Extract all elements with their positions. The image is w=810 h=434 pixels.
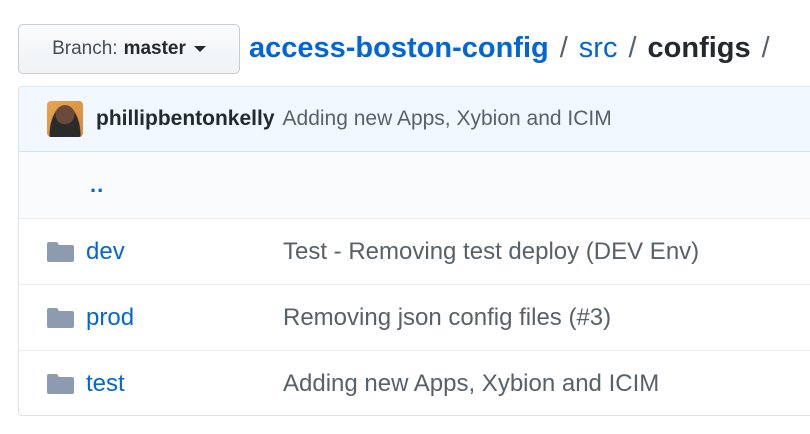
- breadcrumb-separator: /: [628, 31, 637, 64]
- list-item: dev Test - Removing test deploy (DEV Env…: [19, 218, 810, 284]
- folder-link-test[interactable]: test: [86, 370, 283, 398]
- list-item: prod Removing json config files (#3): [19, 284, 810, 350]
- breadcrumb-repo-link[interactable]: access-boston-config: [249, 32, 549, 65]
- commit-message-link[interactable]: Removing json config files (#3): [283, 304, 611, 332]
- commit-message-link[interactable]: Adding new Apps, Xybion and ICIM: [283, 370, 659, 398]
- caret-down-icon: [193, 46, 206, 52]
- folder-icon: [47, 307, 74, 328]
- commit-author-link[interactable]: phillipbentonkelly: [96, 107, 275, 131]
- breadcrumb-src-link[interactable]: src: [579, 32, 618, 65]
- commit-message-link[interactable]: Test - Removing test deploy (DEV Env): [283, 238, 699, 266]
- commit-message-link[interactable]: Adding new Apps, Xybion and ICIM: [283, 107, 612, 131]
- parent-directory-row: ..: [19, 152, 810, 218]
- folder-link-dev[interactable]: dev: [86, 238, 283, 266]
- folder-icon: [47, 373, 74, 394]
- folder-icon: [47, 241, 74, 262]
- file-list: phillipbentonkelly Adding new Apps, Xybi…: [18, 86, 810, 416]
- branch-select-button[interactable]: Branch: master: [18, 24, 240, 74]
- branch-label: Branch:: [52, 38, 118, 59]
- list-item: test Adding new Apps, Xybion and ICIM: [19, 350, 810, 415]
- breadcrumb: access-boston-config / src / configs /: [249, 28, 781, 68]
- parent-directory-link[interactable]: ..: [90, 172, 104, 198]
- breadcrumb-current: configs: [647, 31, 751, 64]
- breadcrumb-separator: /: [761, 31, 770, 64]
- folder-link-prod[interactable]: prod: [86, 304, 283, 332]
- breadcrumb-separator: /: [559, 31, 568, 64]
- latest-commit-bar: phillipbentonkelly Adding new Apps, Xybi…: [19, 87, 810, 152]
- avatar[interactable]: [47, 101, 83, 137]
- branch-value: master: [123, 38, 186, 59]
